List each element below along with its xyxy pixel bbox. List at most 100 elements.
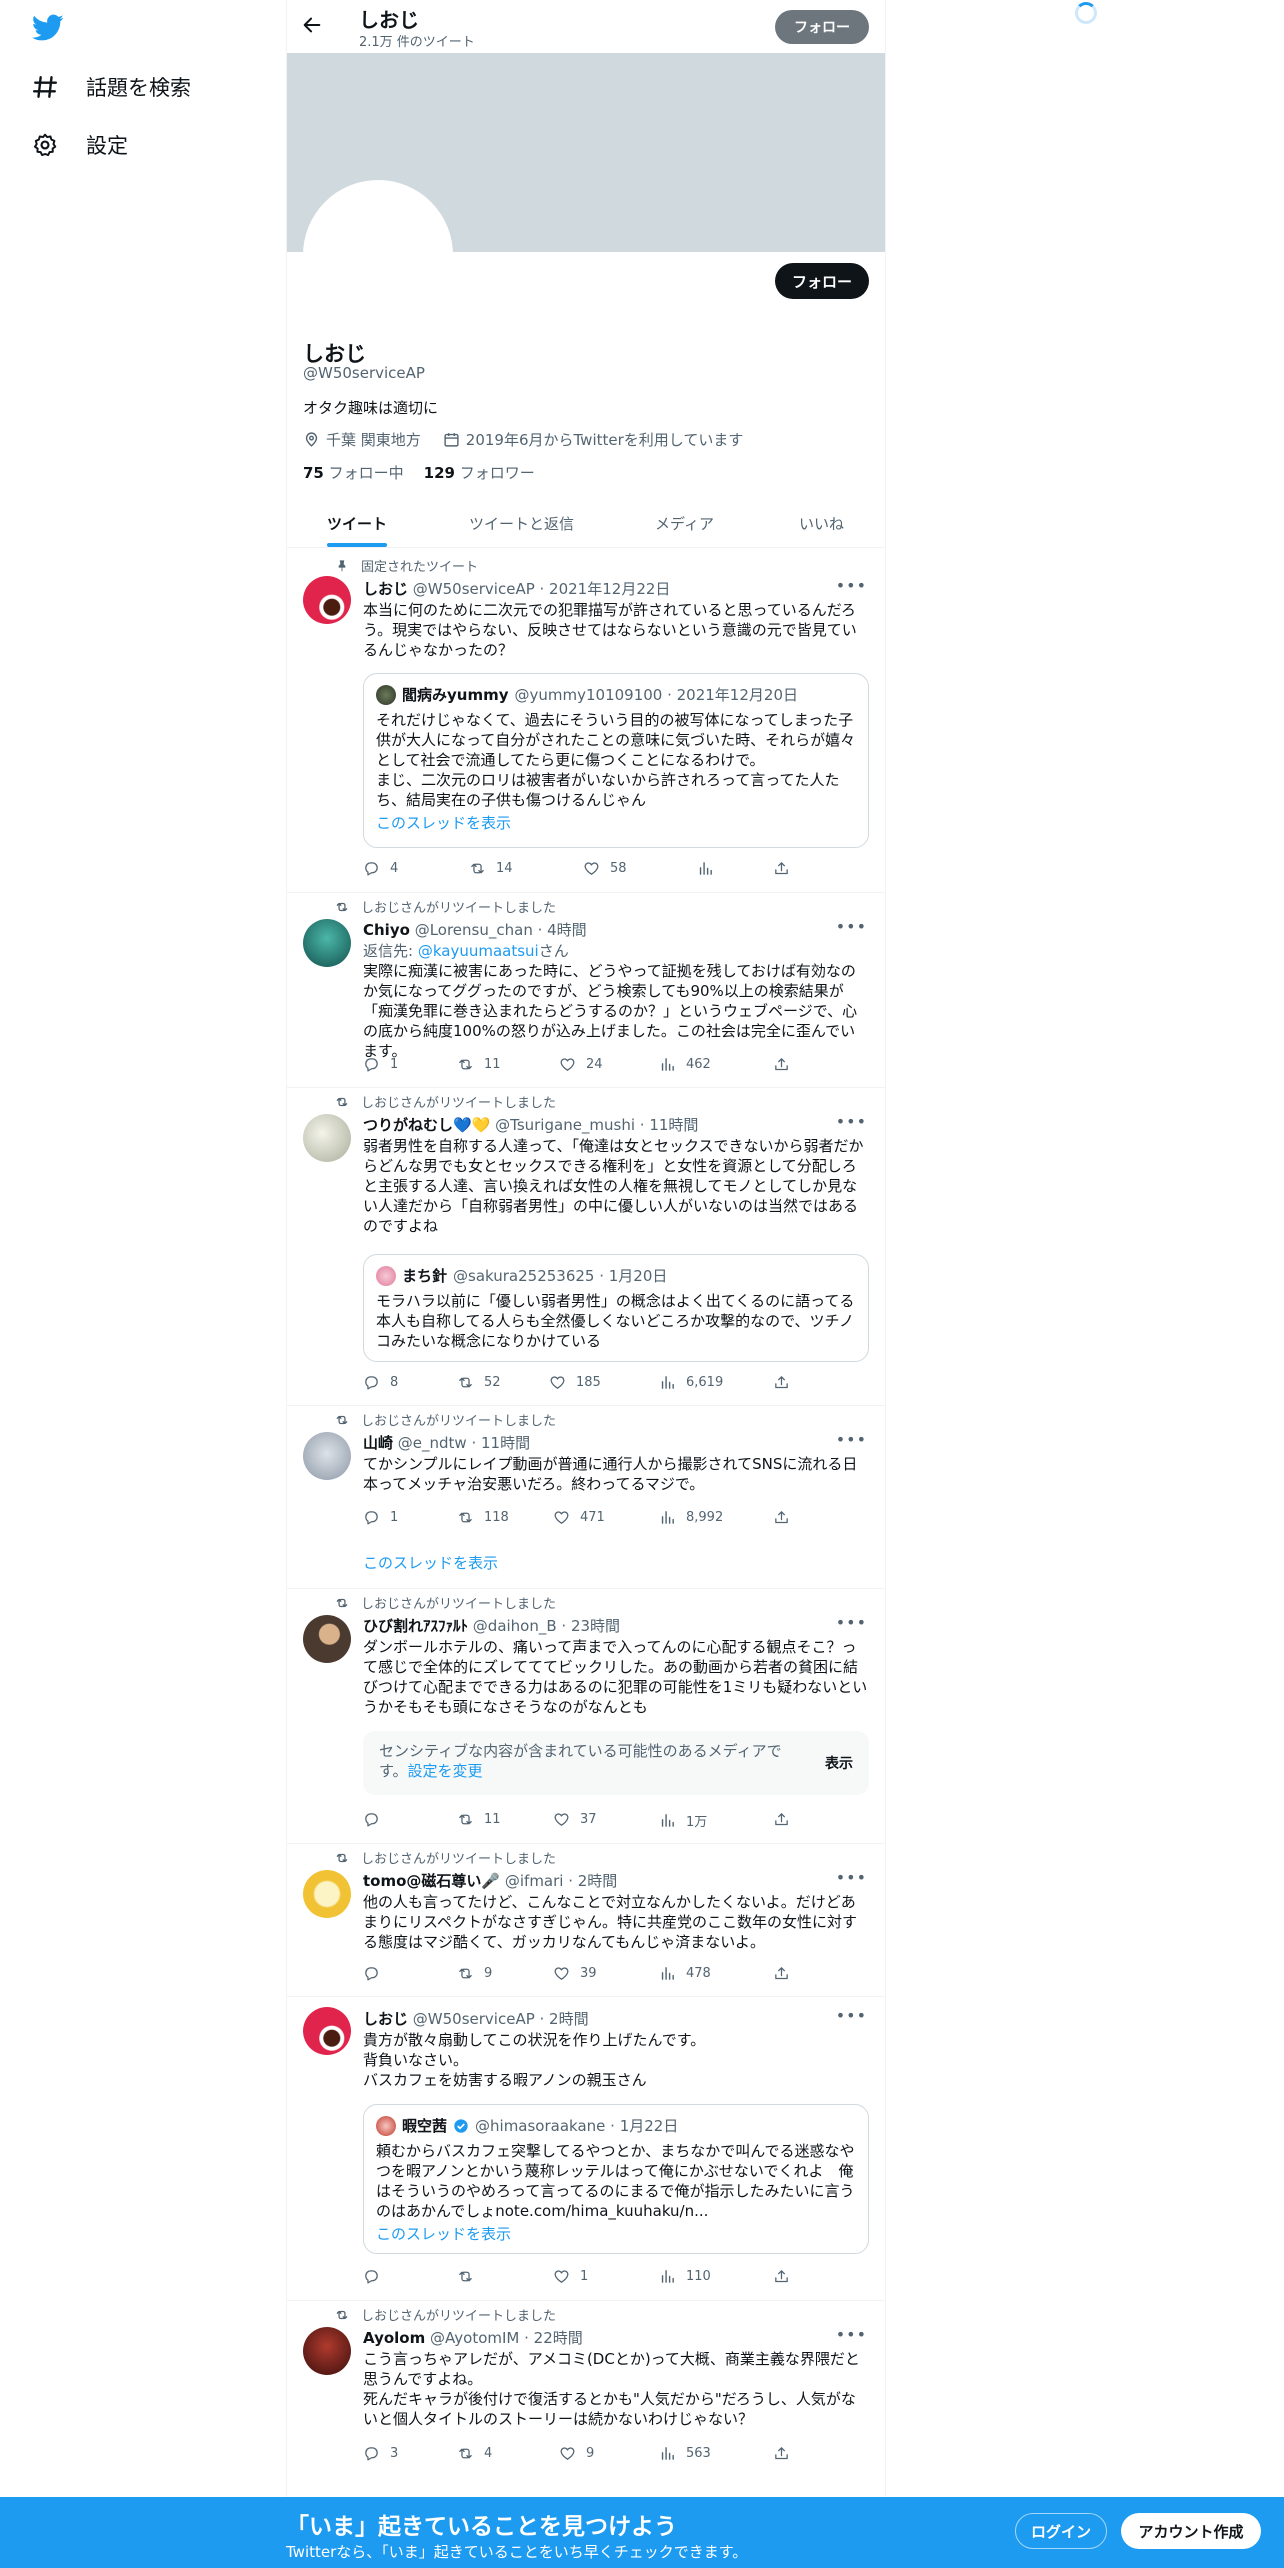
reply-button[interactable]: 8 — [363, 1374, 398, 1391]
tweet[interactable]: しおじさんがリツイートしました tomo@磁石尊い🎤 @ifmari · 2時間… — [287, 1844, 885, 1997]
nav-settings[interactable]: 設定 — [32, 130, 128, 160]
show-media-button[interactable]: 表示 — [825, 1753, 853, 1773]
like-button[interactable]: 185 — [549, 1374, 601, 1391]
share-button[interactable] — [773, 860, 790, 877]
more-options-icon[interactable]: ••• — [836, 2006, 867, 2025]
profile-avatar[interactable] — [303, 180, 453, 330]
reply-button[interactable] — [363, 1811, 390, 1828]
login-button[interactable]: ログイン — [1015, 2513, 1107, 2549]
tweet[interactable]: しおじさんがリツイートしました 山崎 @e_ndtw · 11時間 ••• てか… — [287, 1406, 885, 1589]
nav-explore[interactable]: 話題を検索 — [32, 72, 191, 102]
retweet-button[interactable]: 11 — [457, 1056, 501, 1073]
followers-stat[interactable]: 129 フォロワー — [424, 462, 535, 483]
reply-button[interactable]: 1 — [363, 1056, 398, 1073]
share-button[interactable] — [773, 1374, 790, 1391]
quoted-tweet[interactable]: 閻病みyummy @yummy10109100 · 2021年12月20日 それだ… — [363, 673, 869, 848]
retweet-button[interactable]: 118 — [457, 1509, 509, 1526]
avatar[interactable] — [303, 2327, 351, 2375]
change-settings-link[interactable]: 設定を変更 — [408, 1762, 483, 1780]
retweet-button[interactable]: 52 — [457, 1374, 501, 1391]
show-thread-link[interactable]: このスレッドを表示 — [376, 2223, 511, 2244]
author-meta[interactable]: @W50serviceAP · 2時間 — [413, 2010, 589, 2028]
share-button[interactable] — [773, 1965, 790, 1982]
views-button[interactable]: 478 — [659, 1965, 711, 1982]
reply-button[interactable] — [363, 2268, 390, 2285]
views-button[interactable]: 110 — [659, 2268, 711, 2285]
author-name[interactable]: しおじ — [363, 2010, 408, 2028]
author-meta[interactable]: @AyotomIM · 22時間 — [430, 2329, 583, 2347]
author-meta[interactable]: @W50serviceAP · 2021年12月22日 — [413, 580, 671, 598]
twitter-logo-icon[interactable] — [32, 14, 64, 42]
quoted-tweet[interactable]: まち針 @sakura25253625 · 1月20日 モラハラ以前に「優しい弱者… — [363, 1254, 869, 1362]
back-arrow-icon[interactable] — [301, 14, 323, 36]
retweet-button[interactable]: 4 — [457, 2445, 492, 2462]
avatar[interactable] — [303, 576, 351, 624]
author-name[interactable]: Chiyo — [363, 921, 410, 939]
share-button[interactable] — [773, 2445, 790, 2462]
reply-button[interactable]: 3 — [363, 2445, 398, 2462]
author-meta[interactable]: @e_ndtw · 11時間 — [398, 1434, 530, 1452]
header-follow-button[interactable]: フォロー — [775, 10, 869, 44]
author-name[interactable]: 山崎 — [363, 1434, 393, 1452]
share-button[interactable] — [773, 1509, 790, 1526]
avatar[interactable] — [303, 1615, 351, 1663]
views-button[interactable]: 8,992 — [659, 1509, 723, 1526]
author-meta[interactable]: @ifmari · 2時間 — [505, 1872, 617, 1890]
more-options-icon[interactable]: ••• — [836, 1430, 867, 1449]
like-button[interactable]: 58 — [583, 860, 627, 877]
retweet-button[interactable]: 11 — [457, 1811, 501, 1828]
author-name[interactable]: Ayolom — [363, 2329, 425, 2347]
reply-button[interactable]: 4 — [363, 860, 398, 877]
author-meta[interactable]: @Lorensu_chan · 4時間 — [415, 921, 587, 939]
views-button[interactable]: 563 — [659, 2445, 711, 2462]
tweet[interactable]: しおじさんがリツイートしました つりがねむし💙💛 @Tsurigane_mush… — [287, 1088, 885, 1406]
retweet-button[interactable] — [457, 2268, 484, 2285]
views-button[interactable] — [697, 860, 714, 877]
like-button[interactable]: 9 — [559, 2445, 594, 2462]
tab-media[interactable]: メディア — [655, 513, 714, 534]
like-button[interactable]: 37 — [553, 1811, 597, 1828]
following-stat[interactable]: 75 フォロー中 — [303, 462, 404, 483]
like-button[interactable]: 24 — [559, 1056, 603, 1073]
avatar[interactable] — [303, 919, 351, 967]
tab-likes[interactable]: いいね — [799, 513, 844, 534]
author-name[interactable]: tomo@磁石尊い🎤 — [363, 1872, 500, 1890]
reply-button[interactable]: 1 — [363, 1509, 398, 1526]
author-name[interactable]: ひび割れｱｽﾌｧﾙﾄ — [363, 1617, 468, 1635]
more-options-icon[interactable]: ••• — [836, 1613, 867, 1632]
retweet-button[interactable]: 9 — [457, 1965, 492, 1982]
tweet[interactable]: 固定されたツイート しおじ @W50serviceAP · 2021年12月22… — [287, 548, 885, 893]
share-button[interactable] — [773, 1056, 790, 1073]
like-button[interactable]: 39 — [553, 1965, 597, 1982]
like-button[interactable]: 471 — [553, 1509, 605, 1526]
more-options-icon[interactable]: ••• — [836, 576, 867, 595]
tweet[interactable]: しおじさんがリツイートしました Chiyo @Lorensu_chan · 4時… — [287, 893, 885, 1088]
show-thread-link[interactable]: このスレッドを表示 — [376, 812, 511, 833]
tab-tweets[interactable]: ツイート — [327, 513, 387, 534]
quoted-tweet[interactable]: 暇空茜 @himasoraakane · 1月22日 頼むからバスカフェ突撃してる… — [363, 2104, 869, 2254]
avatar[interactable] — [303, 2007, 351, 2055]
tab-tweets-and-replies[interactable]: ツイートと返信 — [469, 513, 574, 534]
more-options-icon[interactable]: ••• — [836, 1868, 867, 1887]
avatar[interactable] — [303, 1114, 351, 1162]
reply-to-handle[interactable]: @kayuumaatsui — [418, 942, 539, 960]
author-name[interactable]: つりがねむし💙💛 — [363, 1116, 490, 1134]
avatar[interactable] — [303, 1870, 351, 1918]
author-meta[interactable]: @Tsurigane_mushi · 11時間 — [495, 1116, 698, 1134]
more-options-icon[interactable]: ••• — [836, 2325, 867, 2344]
share-button[interactable] — [773, 1811, 790, 1828]
tweet[interactable]: しおじさんがリツイートしました Ayolom @AyotomIM · 22時間 … — [287, 2301, 885, 2498]
show-thread-link[interactable]: このスレッドを表示 — [363, 1552, 498, 1573]
more-options-icon[interactable]: ••• — [836, 1112, 867, 1131]
tweet[interactable]: しおじさんがリツイートしました ひび割れｱｽﾌｧﾙﾄ @daihon_B · 2… — [287, 1589, 885, 1844]
create-account-button[interactable]: アカウント作成 — [1121, 2513, 1261, 2549]
author-meta[interactable]: @daihon_B · 23時間 — [473, 1617, 620, 1635]
avatar[interactable] — [303, 1432, 351, 1480]
share-button[interactable] — [773, 2268, 790, 2285]
retweet-button[interactable]: 14 — [469, 860, 513, 877]
like-button[interactable]: 1 — [553, 2268, 588, 2285]
views-button[interactable]: 1万 — [659, 1811, 707, 1830]
tweet[interactable]: しおじ @W50serviceAP · 2時間 ••• 貴方が散々扇動してこの状… — [287, 1997, 885, 2301]
views-button[interactable]: 462 — [659, 1056, 711, 1073]
author-name[interactable]: しおじ — [363, 580, 408, 598]
